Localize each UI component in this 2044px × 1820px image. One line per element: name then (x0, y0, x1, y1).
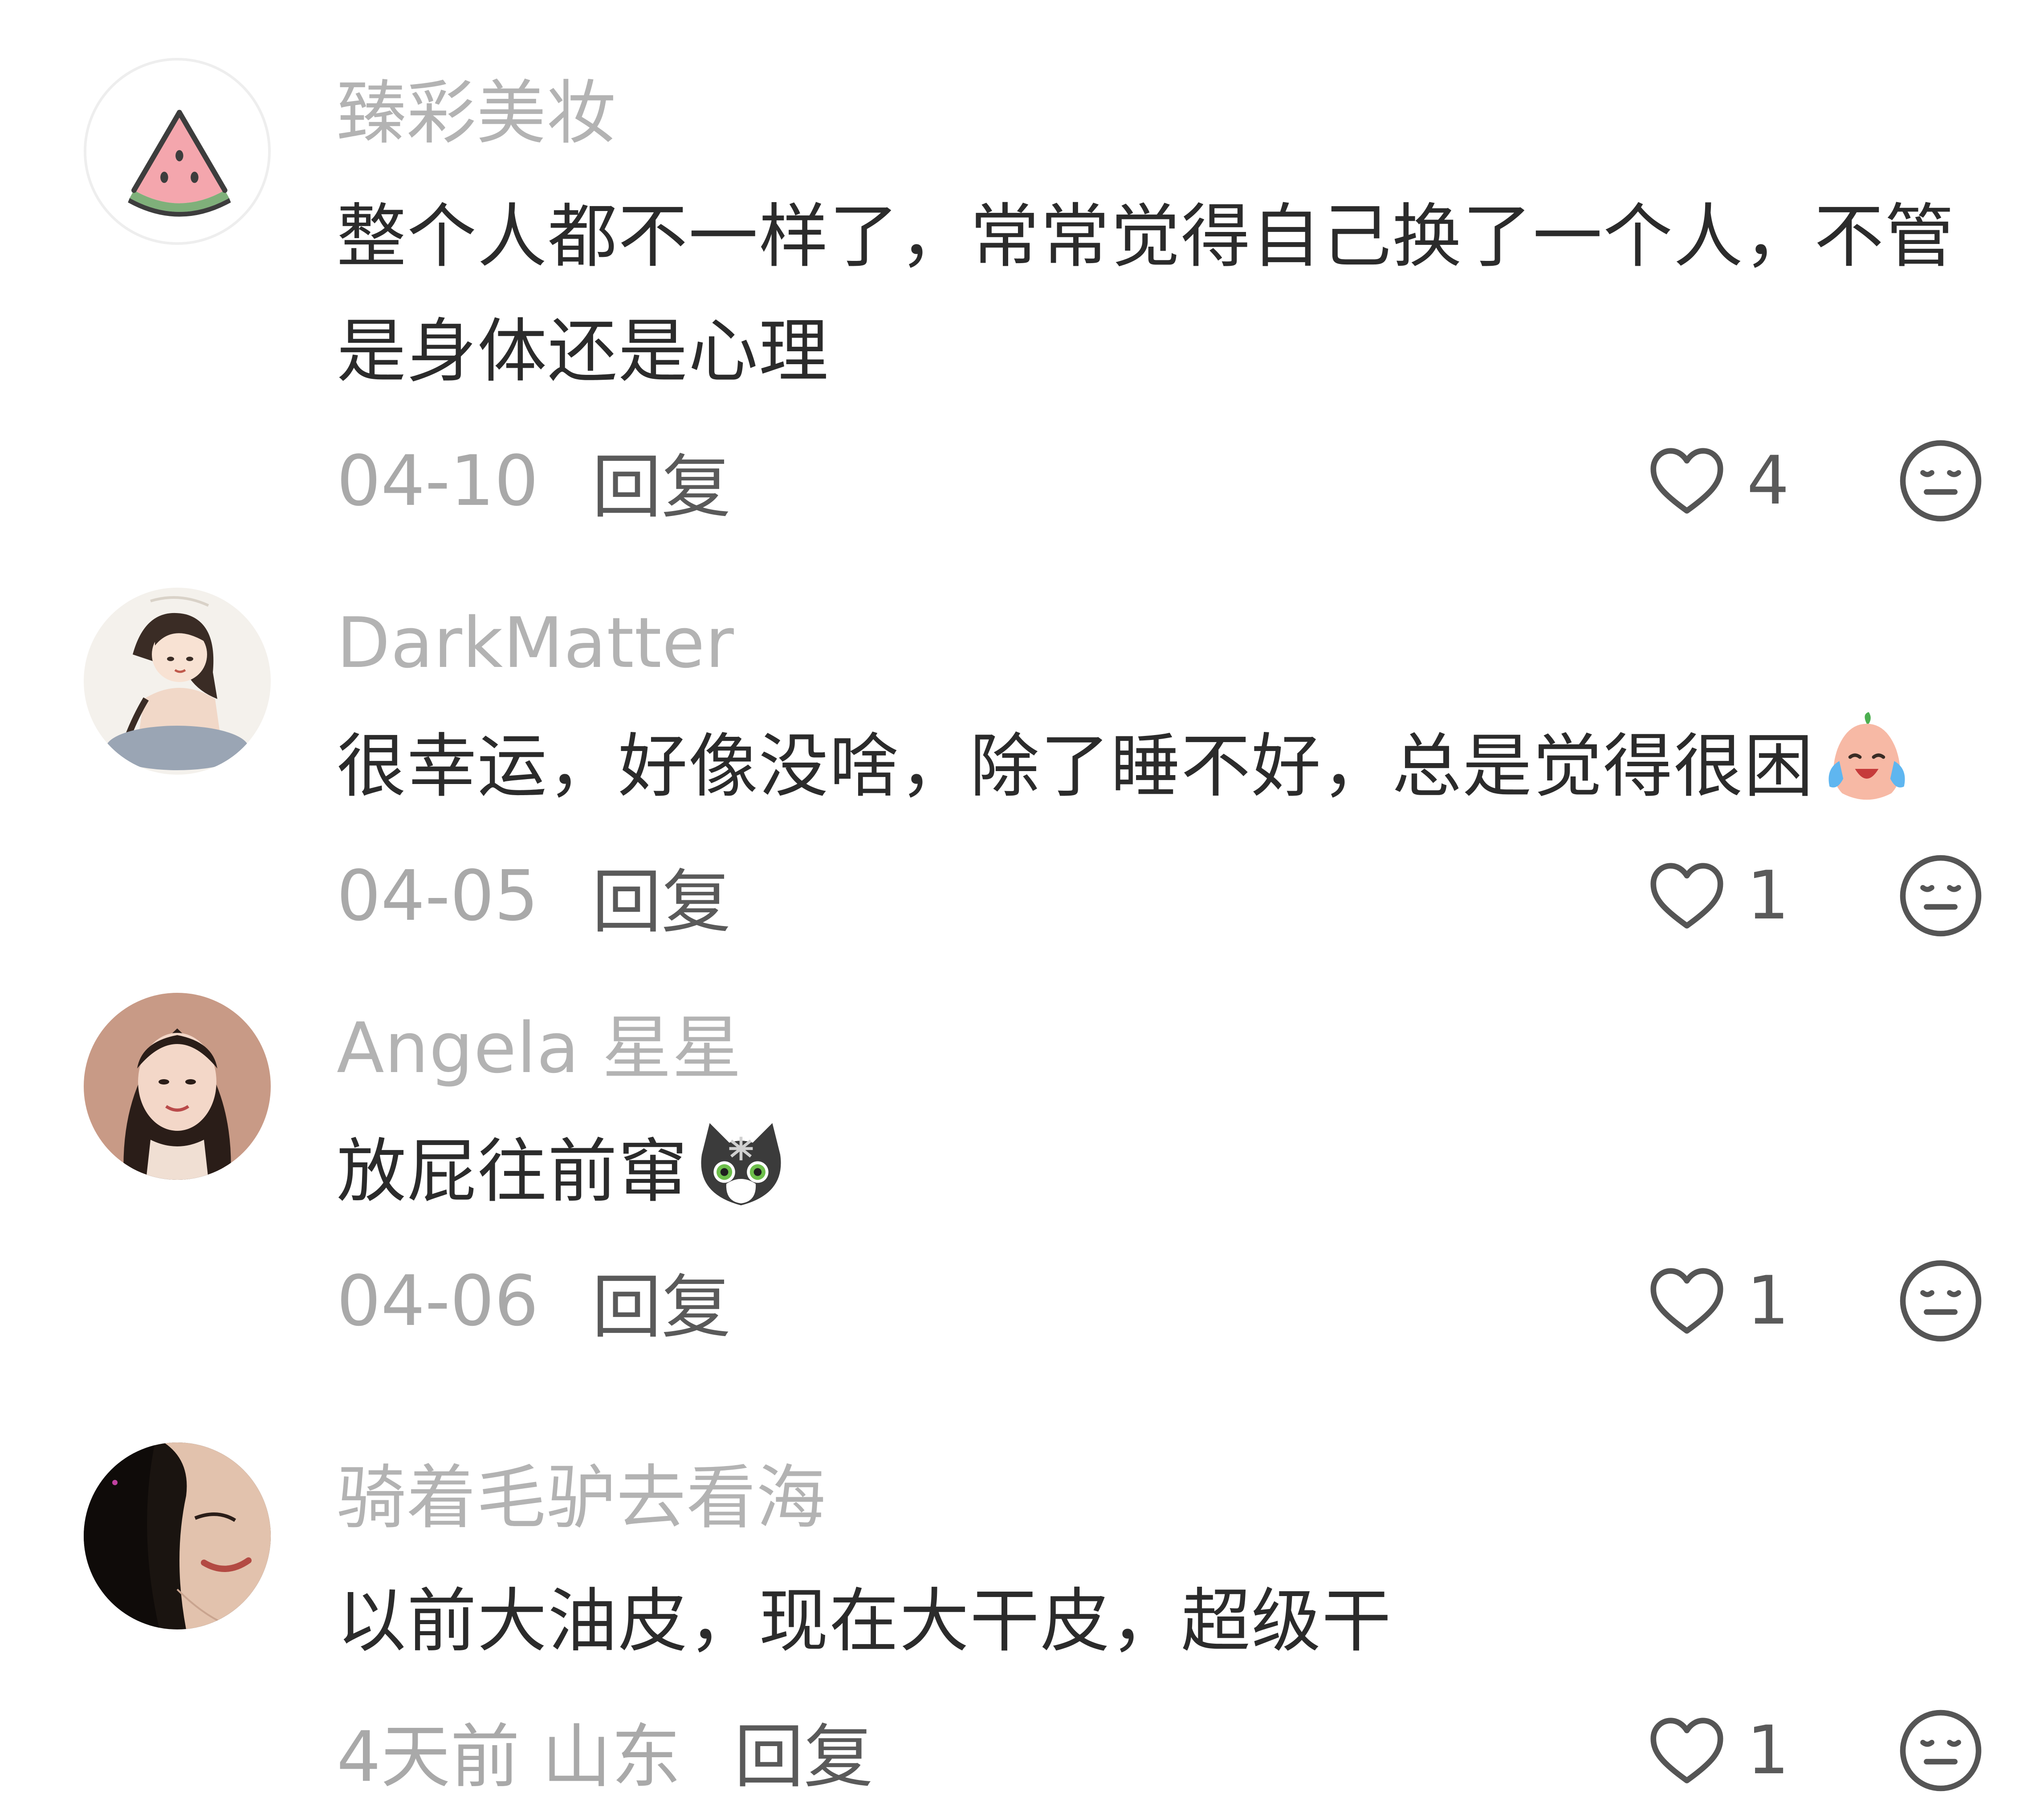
heart-icon (1645, 1259, 1729, 1343)
avatar[interactable] (84, 58, 271, 245)
comment-text: 放屁往前窜 (337, 1114, 1985, 1229)
comment-text: 整个人都不一样了，常常觉得自己换了一个人，不管是身体还是心理 (337, 196, 1955, 392)
reply-button[interactable]: 回复 (592, 845, 731, 946)
heart-icon (1645, 439, 1729, 523)
woman-braids-avatar (84, 993, 271, 1180)
comment-meta: 04-06 回复 1 (337, 1252, 1985, 1350)
cat-emoji (692, 1115, 790, 1213)
username[interactable]: Angela 星星 (337, 1003, 1985, 1093)
dislike-button[interactable] (1896, 436, 1985, 525)
comment-text: 很幸运，好像没啥，除了睡不好，总是觉得很困 (337, 709, 1985, 824)
username[interactable]: 骑着毛驴去看海 (337, 1453, 1985, 1542)
comment-date: 04-06 (337, 1260, 539, 1341)
avatar[interactable] (84, 588, 271, 775)
username[interactable]: 臻彩美妆 (337, 69, 1985, 158)
dislike-button[interactable] (1896, 851, 1985, 940)
cartoon-girl-avatar (84, 588, 271, 775)
heart-icon (1645, 853, 1729, 938)
comment-date: 04-05 (337, 855, 539, 936)
comment-date: 04-10 (337, 440, 539, 521)
meh-face-icon (1900, 1710, 1982, 1792)
heart-icon (1645, 1708, 1729, 1793)
comment-text: 以前大油皮，现在大干皮，超级干 (337, 1580, 1392, 1662)
comment-date: 4天前 山东 (337, 1716, 681, 1797)
comment-list: 臻彩美妆 整个人都不一样了，常常觉得自己换了一个人，不管是身体还是心理 04-1… (0, 0, 2044, 1820)
comment-text-content: 放屁往前窜 (337, 1131, 688, 1212)
like-count: 1 (1747, 1712, 1789, 1789)
meh-face-icon (1900, 440, 1982, 522)
like-count: 1 (1747, 1262, 1789, 1340)
comment-meta: 04-10 回复 4 (337, 432, 1985, 530)
comment-meta: 4天前 山东 回复 1 (337, 1702, 1985, 1800)
watermelon-icon (86, 61, 268, 242)
reply-button[interactable]: 回复 (592, 431, 731, 531)
like-count: 1 (1747, 857, 1789, 934)
laugh-cry-emoji (1818, 710, 1916, 808)
like-button[interactable]: 4 (1645, 432, 1789, 530)
dislike-button[interactable] (1896, 1256, 1985, 1345)
like-button[interactable]: 1 (1645, 1252, 1789, 1350)
reply-button[interactable]: 回复 (592, 1251, 731, 1351)
dislike-button[interactable] (1896, 1706, 1985, 1795)
woman-dark-photo-avatar (84, 1442, 271, 1629)
like-button[interactable]: 1 (1645, 847, 1789, 945)
avatar[interactable] (84, 1442, 271, 1629)
reply-button[interactable]: 回复 (734, 1700, 873, 1801)
meh-face-icon (1900, 1260, 1982, 1342)
comment-meta: 04-05 回复 1 (337, 847, 1985, 945)
avatar[interactable] (84, 993, 271, 1180)
like-button[interactable]: 1 (1645, 1702, 1789, 1800)
username[interactable]: DarkMatter (337, 598, 1985, 687)
like-count: 4 (1747, 442, 1789, 520)
meh-face-icon (1900, 855, 1982, 937)
comment-text-content: 很幸运，好像没啥，除了睡不好，总是觉得很困 (337, 726, 1814, 807)
